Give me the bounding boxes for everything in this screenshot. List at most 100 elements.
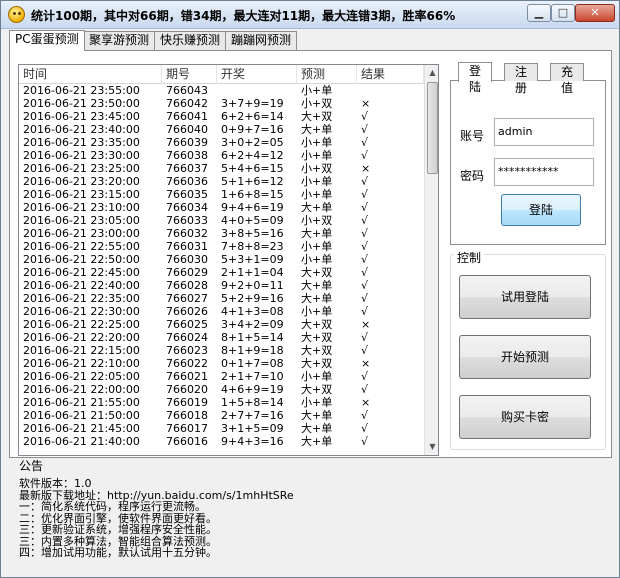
row-predict: 大+单 [301, 227, 333, 240]
notice-line: 一：简化系统代码，程序运行更流畅。 [19, 500, 206, 513]
table-row[interactable]: 2016-06-21 23:00:00 766032 3+8+5=16 大+单 √ [19, 227, 424, 240]
table-row[interactable]: 2016-06-21 22:50:00 766030 5+3+1=09 小+单 √ [19, 253, 424, 266]
row-time: 2016-06-21 22:00:00 [23, 383, 140, 396]
tab-recharge[interactable]: 充值 [550, 63, 585, 95]
scroll-thumb[interactable] [427, 82, 438, 174]
table-row[interactable]: 2016-06-21 23:30:00 766038 6+2+4=12 小+单 √ [19, 149, 424, 162]
notice-body: 软件版本：1.0 最新版下载地址：http://yun.baidu.com/s/1… [19, 478, 294, 559]
row-result: √ [361, 110, 369, 123]
scroll-up-icon[interactable]: ▲ [425, 65, 438, 81]
table-row[interactable]: 2016-06-21 22:15:00 766023 8+1+9=18 大+双 √ [19, 344, 424, 357]
row-draw: 8+1+5=14 [221, 331, 284, 344]
notice-line: 三：更新验证系统，增强程序安全性能。 [19, 523, 217, 536]
table-row[interactable]: 2016-06-21 23:50:00 766042 3+7+9=19 小+双 × [19, 97, 424, 110]
maximize-button[interactable]: □ [551, 4, 575, 22]
table-row[interactable]: 2016-06-21 22:00:00 766020 4+6+9=19 大+双 √ [19, 383, 424, 396]
row-predict: 大+单 [301, 292, 333, 305]
account-input[interactable]: admin [494, 118, 594, 146]
table-row[interactable]: 2016-06-21 21:50:00 766018 2+7+7=16 大+单 √ [19, 409, 424, 422]
row-draw: 2+1+1=04 [221, 266, 284, 279]
scroll-down-icon[interactable]: ▼ [425, 439, 438, 455]
tab-kuailezhuan[interactable]: 快乐赚预测 [154, 31, 227, 50]
row-time: 2016-06-21 23:45:00 [23, 110, 140, 123]
trial-login-button[interactable]: 试用登陆 [459, 275, 591, 319]
row-draw: 5+1+6=12 [221, 175, 284, 188]
table-row[interactable]: 2016-06-21 21:55:00 766019 1+5+8=14 小+单 × [19, 396, 424, 409]
row-result: √ [361, 344, 369, 357]
login-button[interactable]: 登陆 [501, 194, 581, 226]
table-row[interactable]: 2016-06-21 22:25:00 766025 3+4+2=09 大+双 × [19, 318, 424, 331]
row-issue: 766034 [166, 201, 208, 214]
tab-bengbengwang[interactable]: 蹦蹦网预测 [225, 31, 298, 50]
row-time: 2016-06-21 22:20:00 [23, 331, 140, 344]
row-result: √ [361, 266, 369, 279]
table-row[interactable]: 2016-06-21 23:05:00 766033 4+0+5=09 小+双 √ [19, 214, 424, 227]
row-predict: 小+单 [301, 136, 333, 149]
row-draw: 2+1+7=10 [221, 370, 284, 383]
row-predict: 小+双 [301, 162, 333, 175]
header-time[interactable]: 时间 [19, 65, 162, 84]
table-row[interactable]: 2016-06-21 22:45:00 766029 2+1+1=04 大+双 √ [19, 266, 424, 279]
row-issue: 766029 [166, 266, 208, 279]
tab-pcdandan[interactable]: PC蛋蛋预测 [9, 30, 85, 51]
row-issue: 766040 [166, 123, 208, 136]
password-input[interactable]: *********** [494, 158, 594, 186]
table-row[interactable]: 2016-06-21 23:10:00 766034 9+4+6=19 大+单 √ [19, 201, 424, 214]
table-row[interactable]: 2016-06-21 23:40:00 766040 0+9+7=16 大+单 √ [19, 123, 424, 136]
header-issue[interactable]: 期号 [162, 65, 217, 84]
tab-juxiangyou[interactable]: 聚享游预测 [83, 31, 156, 50]
header-predict[interactable]: 预测 [297, 65, 357, 84]
table-row[interactable]: 2016-06-21 22:30:00 766026 4+1+3=08 小+单 √ [19, 305, 424, 318]
row-result: √ [361, 409, 369, 422]
row-draw: 2+7+7=16 [221, 409, 284, 422]
tab-register[interactable]: 注册 [504, 63, 539, 95]
row-time: 2016-06-21 21:55:00 [23, 396, 140, 409]
row-issue: 766030 [166, 253, 208, 266]
header-result[interactable]: 结果 [357, 65, 424, 84]
notice-title: 公告 [19, 459, 44, 473]
row-predict: 大+单 [301, 123, 333, 136]
table-row[interactable]: 2016-06-21 22:40:00 766028 9+2+0=11 大+单 √ [19, 279, 424, 292]
start-predict-button[interactable]: 开始预测 [459, 335, 591, 379]
table-row[interactable]: 2016-06-21 22:05:00 766021 2+1+7=10 小+单 √ [19, 370, 424, 383]
row-result: √ [361, 240, 369, 253]
row-draw: 3+7+9=19 [221, 97, 284, 110]
close-button[interactable]: ✕ [575, 4, 615, 22]
table-row[interactable]: 2016-06-21 22:20:00 766024 8+1+5=14 大+双 √ [19, 331, 424, 344]
row-issue: 766025 [166, 318, 208, 331]
buy-key-button[interactable]: 购买卡密 [459, 395, 591, 439]
row-draw [217, 84, 297, 97]
title-bar[interactable]: 统计100期，其中对66期，错34期，最大连对11期，最大连错3期，胜率66% … [1, 1, 619, 29]
header-draw[interactable]: 开奖 [217, 65, 297, 84]
row-result: √ [361, 331, 369, 344]
row-time: 2016-06-21 23:55:00 [23, 84, 140, 97]
tab-login[interactable]: 登陆 [458, 62, 493, 94]
row-result: √ [361, 175, 369, 188]
row-draw: 7+8+8=23 [221, 240, 284, 253]
minimize-button[interactable]: ▁ [527, 4, 551, 22]
results-list[interactable]: 时间 期号 开奖 预测 结果 2016-06-21 23:55:00 766043… [18, 64, 439, 456]
row-result: × [361, 396, 371, 409]
table-row[interactable]: 2016-06-21 22:35:00 766027 5+2+9=16 大+单 √ [19, 292, 424, 305]
row-issue: 766018 [166, 409, 208, 422]
row-result: × [361, 357, 371, 370]
table-row[interactable]: 2016-06-21 23:15:00 766035 1+6+8=15 小+单 √ [19, 188, 424, 201]
vertical-scrollbar[interactable]: ▲ ▼ [424, 65, 438, 455]
table-row[interactable]: 2016-06-21 23:45:00 766041 6+2+6=14 大+双 √ [19, 110, 424, 123]
table-row[interactable]: 2016-06-21 23:25:00 766037 5+4+6=15 小+双 × [19, 162, 424, 175]
notice-line: 四：增加试用功能，默认试用十五分钟。 [19, 546, 217, 559]
row-issue: 766035 [166, 188, 208, 201]
table-row[interactable]: 2016-06-21 22:55:00 766031 7+8+8=23 小+单 √ [19, 240, 424, 253]
table-row[interactable]: 2016-06-21 22:10:00 766022 0+1+7=08 大+双 × [19, 357, 424, 370]
row-predict: 大+双 [301, 331, 333, 344]
table-row[interactable]: 2016-06-21 21:45:00 766017 3+1+5=09 大+单 √ [19, 422, 424, 435]
table-row[interactable]: 2016-06-21 23:20:00 766036 5+1+6=12 小+单 √ [19, 175, 424, 188]
row-predict: 小+单 [301, 253, 333, 266]
table-row[interactable]: 2016-06-21 21:40:00 766016 9+4+3=16 大+单 √ [19, 435, 424, 448]
table-row[interactable]: 2016-06-21 23:35:00 766039 3+0+2=05 小+单 √ [19, 136, 424, 149]
row-time: 2016-06-21 23:20:00 [23, 175, 140, 188]
table-row[interactable]: 2016-06-21 23:55:00 766043 小+单 [19, 84, 424, 97]
row-draw: 6+2+6=14 [221, 110, 284, 123]
row-issue: 766036 [166, 175, 208, 188]
row-issue: 766033 [166, 214, 208, 227]
